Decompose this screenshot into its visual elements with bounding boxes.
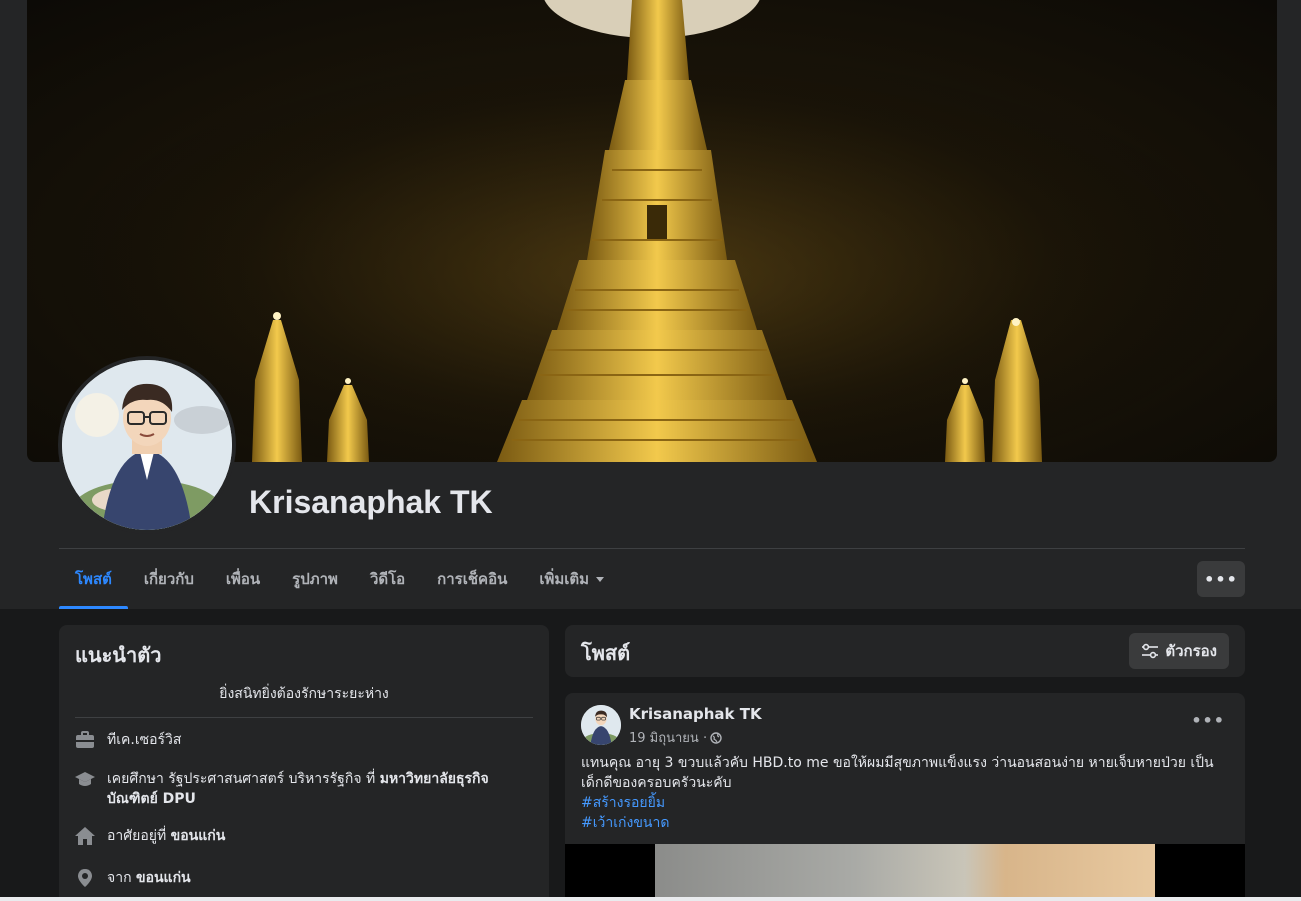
post-text: แทนคุณ อายุ 3 ขวบแล้วคับ HBD.to me ขอให้…: [581, 753, 1221, 833]
profile-tabs: โพสต์ เกี่ยวกับ เพื่อน รูปภาพ วิดีโอ การ…: [59, 549, 620, 609]
post-image[interactable]: [565, 844, 1245, 901]
sliders-icon: [1142, 643, 1159, 659]
tab-more[interactable]: เพิ่มเติม: [523, 549, 620, 609]
post-body: แทนคุณ อายุ 3 ขวบแล้วคับ HBD.to me ขอให้…: [581, 755, 1214, 791]
intro-from: จาก ขอนแก่น: [75, 868, 515, 888]
globe-icon: [710, 731, 722, 744]
intro-work-text[interactable]: ทีเค.เซอร์วิส: [107, 730, 181, 750]
tab-about[interactable]: เกี่ยวกับ: [128, 549, 210, 609]
home-icon: [75, 827, 95, 845]
filter-button[interactable]: ตัวกรอง: [1129, 633, 1229, 669]
tab-photos[interactable]: รูปภาพ: [276, 549, 354, 609]
tab-checkins[interactable]: การเช็คอิน: [421, 549, 523, 609]
intro-from-prefix: จาก: [107, 870, 132, 886]
profile-avatar[interactable]: [58, 356, 236, 534]
intro-work: ทีเค.เซอร์วิส: [75, 730, 515, 750]
briefcase-icon: [76, 731, 94, 748]
tab-posts[interactable]: โพสต์: [59, 549, 128, 609]
intro-title: แนะนำตัว: [75, 643, 162, 667]
hashtag-link[interactable]: #สร้างรอยยิ้ม: [581, 793, 1221, 813]
posts-title: โพสต์: [581, 641, 631, 665]
post-author-avatar[interactable]: [581, 705, 621, 745]
tab-friends[interactable]: เพื่อน: [210, 549, 276, 609]
intro-bio: ยิ่งสนิทยิ่งต้องรักษาระยะห่าง: [75, 683, 533, 718]
post-meta: 19 มิถุนายน ·: [629, 727, 722, 748]
post-options-button[interactable]: •••: [1191, 711, 1225, 730]
intro-lives: อาศัยอยู่ที่ ขอนแก่น: [75, 826, 515, 846]
profile-name: Krisanaphak TK: [249, 484, 493, 520]
intro-lives-prefix: อาศัยอยู่ที่: [107, 828, 167, 844]
location-pin-icon: [78, 869, 92, 887]
post-author-name[interactable]: Krisanaphak TK: [629, 705, 762, 723]
post-card: Krisanaphak TK 19 มิถุนายน · ••• แทนคุณ …: [565, 693, 1245, 901]
intro-education: เคยศึกษา รัฐประศาสนศาสตร์ บริหารรัฐกิจ ท…: [75, 769, 515, 809]
tab-videos[interactable]: วิดีโอ: [354, 549, 421, 609]
post-date[interactable]: 19 มิถุนายน ·: [629, 727, 707, 748]
bottom-edge: [0, 897, 1301, 901]
filter-button-label: ตัวกรอง: [1165, 642, 1217, 660]
intro-lives-place[interactable]: ขอนแก่น: [171, 828, 226, 844]
avatar-image: [62, 360, 232, 530]
intro-card: แนะนำตัว ยิ่งสนิทยิ่งต้องรักษาระยะห่าง ท…: [59, 625, 549, 901]
intro-from-place[interactable]: ขอนแก่น: [136, 870, 191, 886]
post-photo: [655, 844, 1155, 901]
more-options-button[interactable]: •••: [1197, 561, 1245, 597]
graduation-cap-icon: [75, 772, 95, 786]
hashtag-link[interactable]: #เว้าเก่งขนาด: [581, 813, 1221, 833]
posts-header-card: โพสต์ ตัวกรอง: [565, 625, 1245, 677]
tab-more-label: เพิ่มเติม: [539, 570, 590, 588]
caret-down-icon: [596, 576, 605, 582]
intro-education-prefix: เคยศึกษา รัฐประศาสนศาสตร์ บริหารรัฐกิจ ท…: [107, 771, 376, 787]
